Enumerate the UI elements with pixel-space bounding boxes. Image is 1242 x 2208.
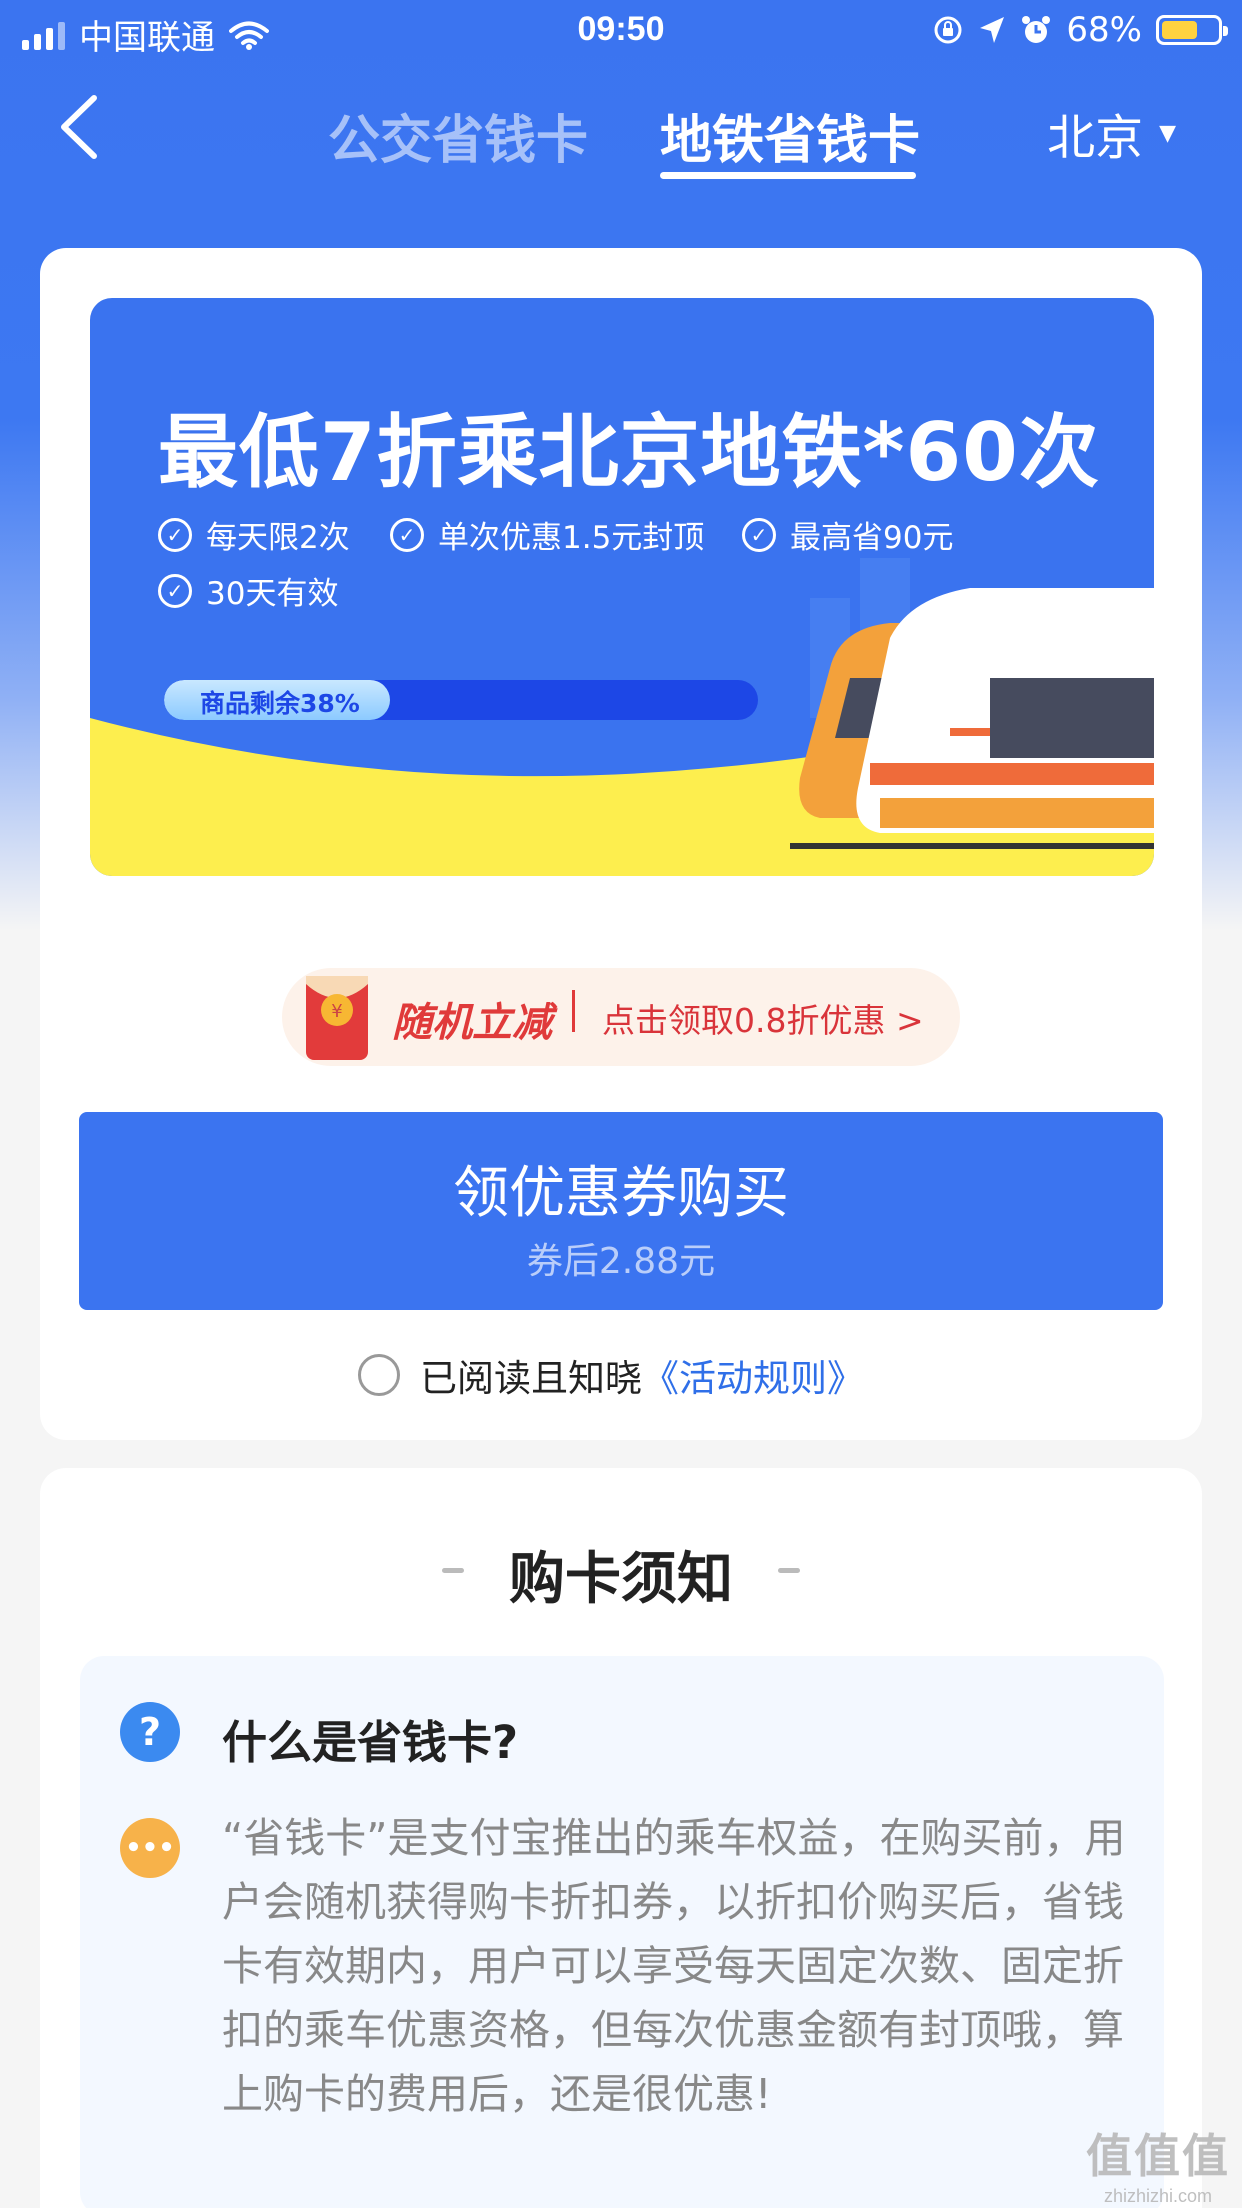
purchase-notice-card: 购卡须知 ? 什么是省钱卡? ••• “省钱卡”是支付宝推出的乘车权益，在购买前…: [40, 1468, 1202, 2208]
faq-answer: “省钱卡”是支付宝推出的乘车权益，在购买前，用户会随机获得购卡折扣券，以折扣价购…: [222, 1814, 1126, 2118]
city-selector[interactable]: 北京 ▼: [1047, 98, 1176, 168]
svg-text:¥: ¥: [331, 1001, 342, 1022]
orientation-lock-icon: [934, 16, 962, 44]
promo-link-text[interactable]: 点击领取0.8折优惠 >: [602, 994, 924, 1042]
tab-subway-card[interactable]: 地铁省钱卡: [660, 98, 920, 173]
active-tab-indicator: [660, 172, 916, 179]
check-circle-icon: ✓: [158, 517, 192, 552]
feature-label: 单次优惠1.5元封顶: [438, 520, 705, 556]
feature-item: ✓ 单次优惠1.5元封顶: [390, 512, 704, 557]
title-dash-right: [778, 1568, 800, 1573]
activity-rules-link[interactable]: 《活动规则》: [642, 1348, 864, 1402]
feature-label: 30天有效: [206, 576, 339, 612]
watermark: 值值值 zhizhizhi.com: [1086, 2120, 1230, 2207]
stock-label: 商品剩余38%: [200, 689, 360, 718]
faq-box: ? 什么是省钱卡? ••• “省钱卡”是支付宝推出的乘车权益，在购买前，用户会随…: [80, 1656, 1164, 2208]
feature-item: ✓ 最高省90元: [742, 512, 953, 557]
watermark-logo: 值值值: [1086, 2129, 1230, 2183]
product-banner: 最低7折乘北京地铁*60次 ✓ 每天限2次 ✓ 单次优惠1.5元封顶 ✓ 最高省…: [90, 298, 1154, 876]
feature-item: ✓ 每天限2次: [158, 512, 350, 557]
buy-with-coupon-button[interactable]: 领优惠券购买 券后2.88元: [79, 1112, 1163, 1310]
banner-title: 最低7折乘北京地铁*60次: [158, 406, 1100, 499]
question-bubble-icon: ?: [120, 1702, 180, 1762]
red-envelope-icon: ¥: [306, 976, 368, 1060]
answer-bubble-icon: •••: [120, 1818, 180, 1878]
stock-progress-bar: 商品剩余38%: [164, 680, 758, 720]
agreement-text: 已阅读且知晓: [420, 1357, 642, 1400]
feature-label: 每天限2次: [206, 520, 350, 556]
feature-item: ✓ 30天有效: [158, 568, 338, 613]
agreement-row: 已阅读且知晓 《活动规则》: [358, 1348, 864, 1402]
status-bar: 中国联通 09:50 68%: [0, 0, 1242, 62]
buy-button-label: 领优惠券购买: [453, 1161, 789, 1226]
check-circle-icon: ✓: [390, 517, 424, 552]
nav-bar: 公交省钱卡 地铁省钱卡 北京 ▼: [0, 62, 1242, 192]
notice-title: 购卡须知: [509, 1547, 733, 1612]
alarm-icon: [1022, 16, 1051, 43]
location-icon: [980, 17, 1005, 43]
battery-level: [1162, 21, 1197, 39]
check-circle-icon: ✓: [158, 573, 192, 608]
faq-question: 什么是省钱卡?: [222, 1716, 519, 1769]
battery-percent: 68%: [1066, 10, 1142, 50]
back-icon[interactable]: [56, 94, 106, 160]
city-label: 北京: [1047, 110, 1144, 166]
status-right: 68%: [932, 10, 1228, 50]
watermark-url: zhizhizhi.com: [1103, 2186, 1213, 2206]
feature-label: 最高省90元: [790, 520, 954, 556]
battery-icon: [1156, 15, 1228, 45]
random-discount-banner[interactable]: ¥ 随机立减 点击领取0.8折优惠 >: [282, 968, 960, 1066]
agreement-radio[interactable]: [358, 1354, 400, 1396]
caret-down-icon: ▼: [1159, 120, 1176, 146]
promo-tag: 随机立减: [392, 1000, 552, 1046]
promo-divider: [572, 990, 575, 1032]
product-card: 最低7折乘北京地铁*60次 ✓ 每天限2次 ✓ 单次优惠1.5元封顶 ✓ 最高省…: [40, 248, 1202, 1440]
tab-bus-card[interactable]: 公交省钱卡: [328, 98, 588, 173]
check-circle-icon: ✓: [742, 517, 776, 552]
price-after-coupon: 券后2.88元: [526, 1241, 716, 1282]
